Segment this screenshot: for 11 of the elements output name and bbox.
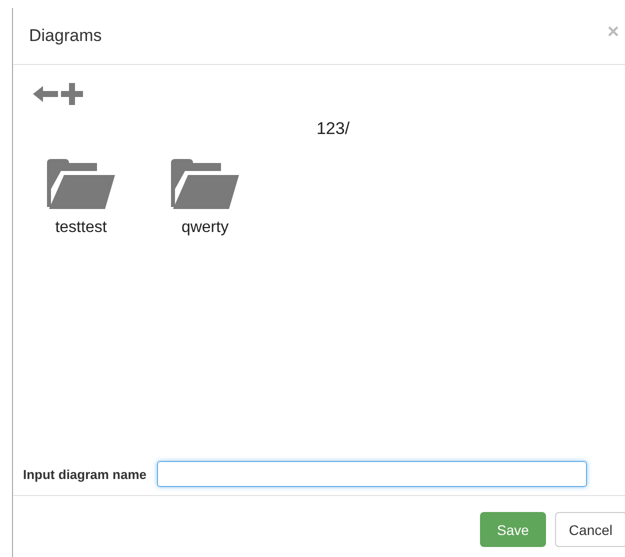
- dialog-title: Diagrams: [29, 26, 102, 46]
- folder-icon[interactable]: [171, 159, 239, 209]
- folder-name[interactable]: qwerty: [181, 219, 229, 237]
- current-path: 123/: [316, 119, 350, 138]
- folder-icon[interactable]: [47, 159, 115, 209]
- cancel-button[interactable]: Cancel: [554, 512, 625, 547]
- field-label: Input diagram name: [23, 466, 147, 482]
- diagram-name-field[interactable]: [156, 461, 587, 487]
- plus-icon[interactable]: [61, 83, 83, 105]
- back-arrow-icon[interactable]: [33, 84, 59, 104]
- folder-name[interactable]: testtest: [55, 219, 107, 237]
